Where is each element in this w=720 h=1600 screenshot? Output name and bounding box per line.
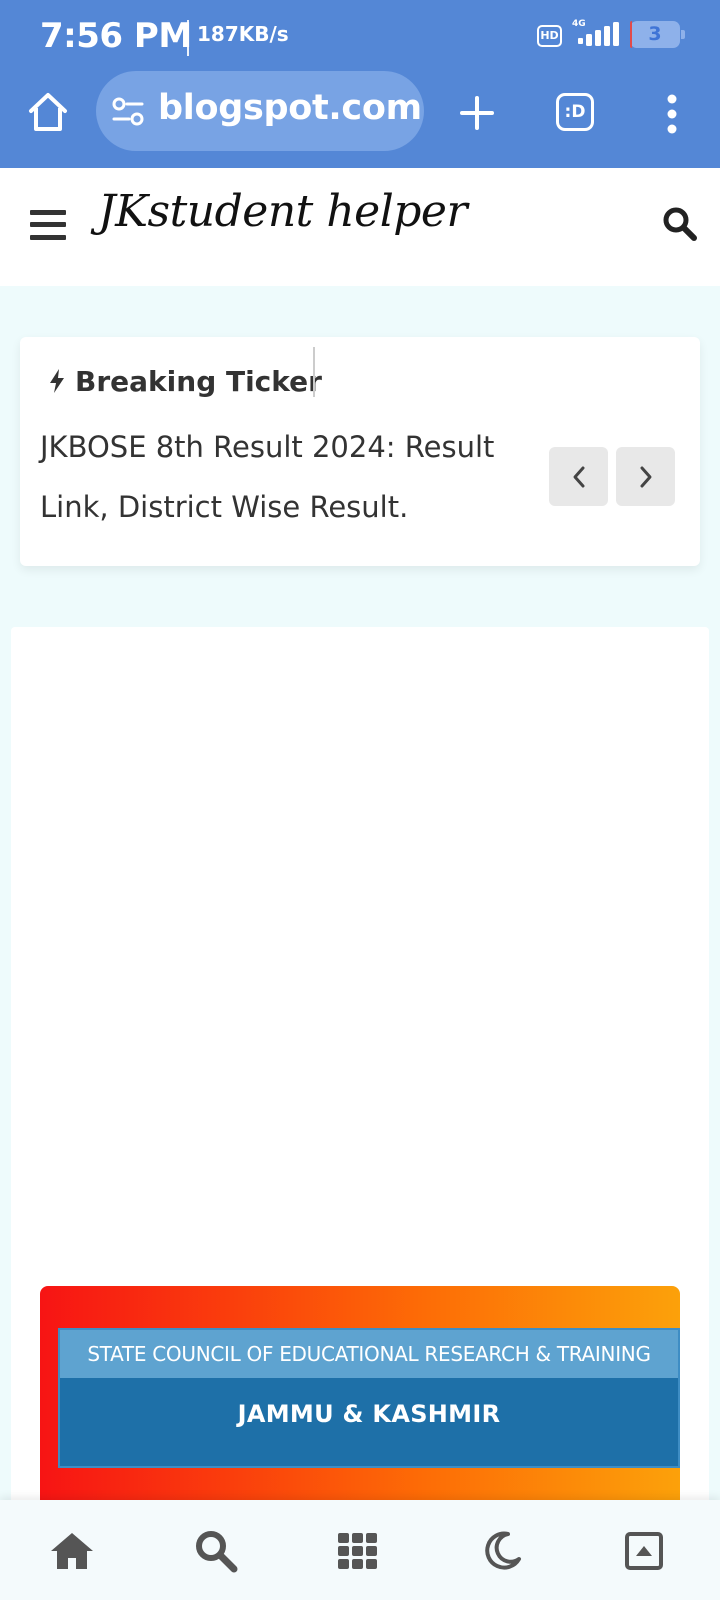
ticker-heading: Breaking Ticker (47, 357, 322, 405)
ticker-next-button[interactable] (616, 447, 675, 506)
site-logo[interactable]: JKstudent helper (98, 186, 468, 237)
plus-icon (460, 96, 494, 130)
scroll-top-icon (625, 1532, 663, 1570)
site-header: JKstudent helper (0, 168, 720, 286)
bolt-icon (50, 369, 64, 393)
banner-line-2: JAMMU & KASHMIR (237, 1400, 501, 1428)
bottom-search-button[interactable] (190, 1528, 242, 1574)
home-icon (51, 1533, 93, 1569)
network-speed: 187KB/s (197, 22, 289, 46)
scroll-top-button[interactable] (618, 1528, 670, 1574)
post-content: STATE COUNCIL OF EDUCATIONAL RESEARCH & … (11, 627, 709, 1527)
status-divider (187, 20, 189, 56)
more-vert-icon (667, 94, 677, 134)
more-options-button[interactable] (652, 88, 692, 140)
bottom-menu-button[interactable] (332, 1528, 384, 1574)
breaking-ticker: Breaking Ticker JKBOSE 8th Result 2024: … (20, 337, 700, 566)
moon-icon (485, 1531, 521, 1570)
battery-icon: 3 (630, 21, 685, 48)
battery-level: 3 (648, 23, 662, 45)
search-icon (196, 1531, 238, 1573)
signal-icon (578, 22, 619, 46)
status-time: 7:56 PM (40, 16, 192, 56)
grid-icon (338, 1533, 377, 1569)
banner-panel: STATE COUNCIL OF EDUCATIONAL RESEARCH & … (58, 1328, 680, 1468)
bottom-navigation (0, 1500, 720, 1600)
ticker-prev-button[interactable] (549, 447, 608, 506)
ticker-divider (313, 347, 315, 397)
site-settings-icon (112, 97, 144, 126)
tabs-button[interactable]: :D (553, 90, 597, 134)
ticker-title: Breaking Ticker (75, 364, 322, 398)
tabs-icon: :D (556, 93, 594, 131)
home-icon (29, 93, 67, 131)
home-button[interactable] (22, 86, 74, 138)
hd-icon: HD (537, 25, 562, 47)
chevron-right-icon (640, 466, 651, 487)
post-featured-image[interactable]: STATE COUNCIL OF EDUCATIONAL RESEARCH & … (40, 1286, 680, 1516)
address-bar[interactable]: blogspot.com (96, 71, 424, 151)
ticker-headline[interactable]: JKBOSE 8th Result 2024: Result Link, Dis… (40, 417, 510, 537)
search-icon[interactable] (662, 206, 698, 242)
chevron-left-icon (573, 466, 584, 487)
url-text: blogspot.com (158, 88, 422, 128)
browser-toolbar: 7:56 PM 187KB/s HD 4G 3 blogspot.com:D (0, 0, 720, 168)
banner-line-1: STATE COUNCIL OF EDUCATIONAL RESEARCH & … (60, 1330, 678, 1378)
bottom-home-button[interactable] (46, 1528, 98, 1574)
dark-mode-toggle[interactable] (476, 1528, 528, 1574)
new-tab-button[interactable] (452, 88, 502, 138)
hamburger-menu-icon[interactable] (28, 208, 68, 242)
status-bar: 7:56 PM 187KB/s HD 4G 3 (0, 0, 720, 72)
